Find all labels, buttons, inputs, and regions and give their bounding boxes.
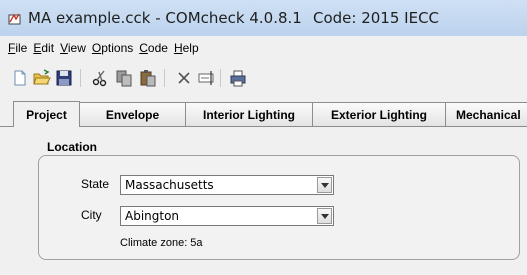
- title-bar: MA example.cck - COMcheck 4.0.8.1 Code: …: [0, 0, 527, 36]
- toolbar-separator: [80, 69, 81, 87]
- tab-envelope[interactable]: Envelope: [79, 102, 186, 126]
- chevron-down-icon[interactable]: [317, 208, 332, 224]
- menu-edit-rest: dit: [41, 41, 55, 55]
- menu-code-rest: ode: [147, 41, 168, 55]
- menu-options-accel: O: [91, 41, 102, 55]
- menu-view-accel: V: [60, 41, 68, 55]
- copy-icon[interactable]: [114, 68, 134, 88]
- comcheck-app-icon: [8, 13, 21, 25]
- menu-file[interactable]: File: [8, 41, 27, 55]
- menu-code[interactable]: Code: [139, 41, 168, 55]
- city-value: Abington: [125, 209, 180, 223]
- tab-label: Interior Lighting: [203, 107, 295, 122]
- toolbar: [0, 60, 527, 96]
- open-folder-icon[interactable]: [32, 68, 52, 88]
- tab-bar: Project Envelope Interior Lighting Exter…: [0, 101, 527, 127]
- state-value: Massachusetts: [125, 178, 214, 192]
- city-select[interactable]: Abington: [120, 206, 334, 226]
- code-label: Code: 2015 IECC: [313, 9, 440, 27]
- location-group-title: Location: [47, 140, 97, 154]
- toolbar-separator: [220, 69, 221, 87]
- paste-icon[interactable]: [138, 68, 158, 88]
- menu-help-accel: H: [173, 41, 183, 55]
- tab-label: Mechanical: [456, 107, 521, 122]
- toolbar-separator: [164, 69, 165, 87]
- tab-exterior-lighting[interactable]: Exterior Lighting: [312, 102, 446, 126]
- menu-view[interactable]: View: [60, 41, 86, 55]
- new-file-icon[interactable]: [10, 68, 30, 88]
- tab-mechanical[interactable]: Mechanical: [445, 102, 527, 126]
- menu-edit[interactable]: Edit: [33, 41, 54, 55]
- cut-icon[interactable]: [90, 68, 110, 88]
- menu-help-rest: elp: [182, 41, 199, 55]
- menu-help[interactable]: Help: [174, 41, 199, 55]
- menu-code-accel: C: [139, 41, 148, 55]
- climate-zone-text: Climate zone: 5a: [120, 237, 203, 249]
- state-label: State: [81, 177, 110, 191]
- tab-label: Envelope: [105, 107, 160, 122]
- rename-icon[interactable]: [196, 68, 216, 88]
- menu-options-rest: ptions: [101, 41, 134, 55]
- menu-view-rest: iew: [67, 41, 86, 55]
- save-icon[interactable]: [54, 68, 74, 88]
- tab-interior-lighting[interactable]: Interior Lighting: [185, 102, 313, 126]
- delete-icon[interactable]: [174, 68, 194, 88]
- chevron-down-icon[interactable]: [317, 177, 332, 193]
- menu-bar: File Edit View Options Code Help: [0, 36, 527, 60]
- tab-label: Exterior Lighting: [331, 107, 427, 122]
- window-title: MA example.cck - COMcheck 4.0.8.1: [28, 9, 302, 27]
- state-select[interactable]: Massachusetts: [120, 175, 334, 195]
- tab-project[interactable]: Project: [13, 101, 80, 127]
- menu-options[interactable]: Options: [92, 41, 133, 55]
- city-label: City: [81, 208, 102, 222]
- menu-file-rest: ile: [15, 41, 28, 55]
- tab-label: Project: [26, 107, 67, 122]
- print-icon[interactable]: [228, 68, 248, 88]
